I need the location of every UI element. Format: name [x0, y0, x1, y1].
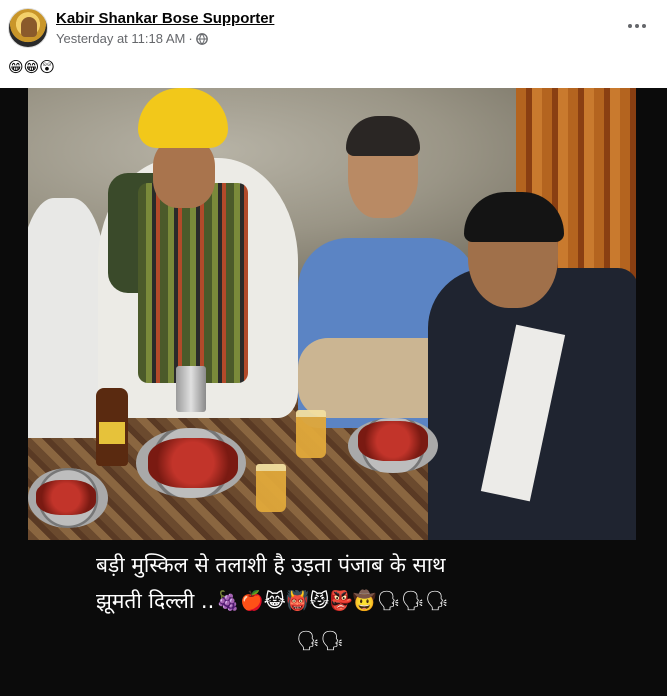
globe-icon[interactable]	[195, 32, 208, 45]
post-meta: Yesterday at 11:18 AM ·	[56, 31, 208, 46]
face	[153, 138, 215, 208]
food	[36, 480, 96, 515]
overlay-line-3-emojis: 🗣🗣	[296, 630, 345, 652]
author-name-link[interactable]: Kabir Shankar Bose Supporter	[56, 10, 274, 27]
more-dot	[642, 24, 646, 28]
checked-scarf	[138, 183, 248, 383]
post-header: Kabir Shankar Bose Supporter Yesterday a…	[0, 0, 667, 56]
post-image[interactable]: बड़ी मुस्किल से तलाशी है उड़ता पंजाब के …	[0, 88, 667, 696]
author-avatar[interactable]	[8, 8, 48, 48]
avatar-figure	[21, 17, 37, 37]
more-dot	[635, 24, 639, 28]
more-dot	[628, 24, 632, 28]
drink-glass	[256, 464, 286, 512]
post-timestamp[interactable]: Yesterday at 11:18 AM	[56, 31, 185, 46]
overlay-line-2: झूमती दिल्ली .. 🍇🍎😹👹😼👺🤠🗣🗣🗣	[96, 586, 449, 616]
facebook-post: Kabir Shankar Bose Supporter Yesterday a…	[0, 0, 667, 696]
photo	[28, 88, 636, 540]
more-options-icon[interactable]	[625, 14, 649, 38]
meta-separator: ·	[188, 31, 193, 46]
overlay-line-2-emojis: 🍇🍎😹👹😼👺🤠🗣🗣🗣	[216, 590, 449, 612]
overlay-line-1: बड़ी मुस्किल से तलाशी है उड़ता पंजाब के …	[96, 553, 446, 577]
overlay-line-2-text: झूमती दिल्ली ..	[96, 589, 215, 613]
post-caption: 😁😁😲	[8, 59, 55, 76]
drink-glass	[296, 410, 326, 458]
bottle	[96, 388, 128, 466]
food	[358, 421, 428, 461]
food	[148, 438, 238, 488]
steel-tumbler	[176, 366, 206, 412]
bottle-label	[99, 422, 125, 444]
